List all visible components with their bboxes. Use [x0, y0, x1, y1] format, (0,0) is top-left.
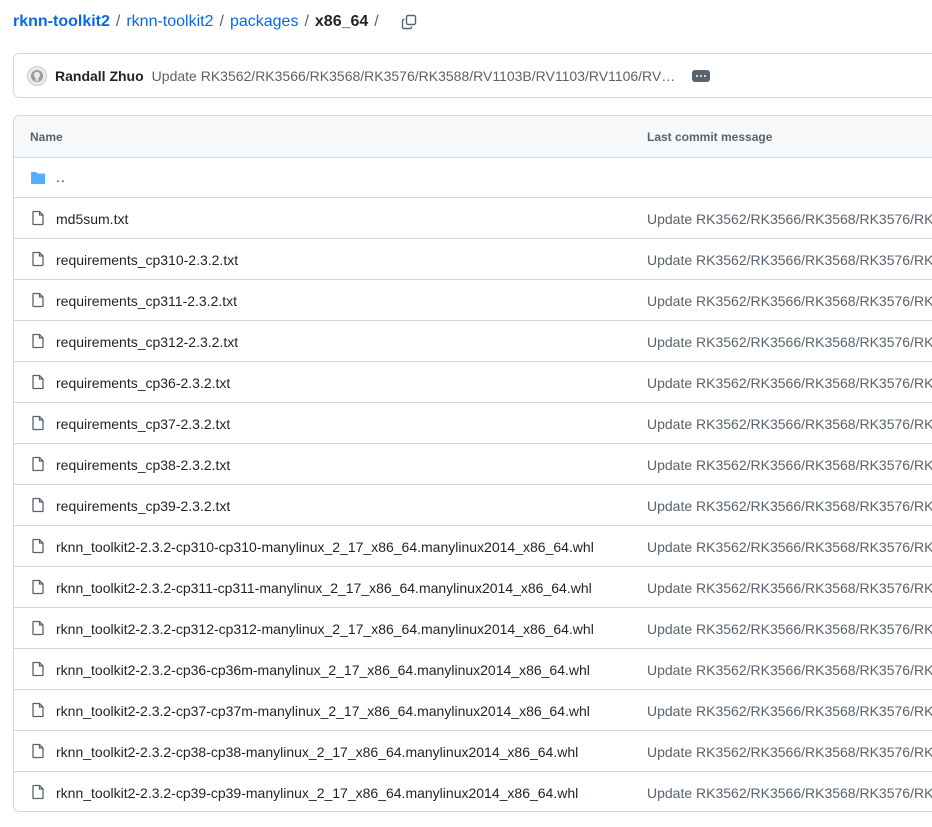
parent-directory-row[interactable]: .. — [14, 158, 932, 198]
breadcrumb-separator: / — [219, 13, 224, 30]
folder-icon — [31, 172, 45, 184]
file-row[interactable]: rknn_toolkit2-2.3.2-cp38-cp38-manylinux_… — [14, 731, 932, 772]
latest-commit-bar: Randall Zhuo Update RK3562/RK3566/RK3568… — [13, 53, 932, 98]
file-row[interactable]: requirements_cp38-2.3.2.txt Update RK3562… — [14, 444, 932, 485]
file-name-link[interactable]: requirements_cp36-2.3.2.txt — [56, 375, 230, 391]
file-row[interactable]: requirements_cp312-2.3.2.txt Update RK356… — [14, 321, 932, 362]
file-name-link[interactable]: requirements_cp312-2.3.2.txt — [56, 334, 238, 350]
file-commit-message-link[interactable]: Update RK3562/RK3566/RK3568/RK3576/RK35 — [647, 457, 932, 473]
file-commit-message-link[interactable]: Update RK3562/RK3566/RK3568/RK3576/RK35 — [647, 621, 932, 637]
author-avatar[interactable] — [27, 65, 47, 86]
file-name-link[interactable]: requirements_cp37-2.3.2.txt — [56, 416, 230, 432]
copy-icon — [401, 14, 416, 30]
file-name-link[interactable]: rknn_toolkit2-2.3.2-cp311-cp311-manylinu… — [56, 580, 592, 596]
expand-commit-button[interactable] — [691, 69, 710, 82]
file-commit-message-link[interactable]: Update RK3562/RK3566/RK3568/RK3576/RK35 — [647, 293, 932, 309]
breadcrumb: rknn-toolkit2 / rknn-toolkit2 / packages… — [13, 10, 421, 34]
file-icon — [32, 784, 44, 800]
file-commit-message-link[interactable]: Update RK3562/RK3566/RK3568/RK3576/RK35 — [647, 498, 932, 514]
github-avatar-icon — [27, 65, 47, 86]
breadcrumb-current: x86_64 — [314, 13, 369, 30]
file-icon — [32, 743, 44, 759]
file-name-link[interactable]: rknn_toolkit2-2.3.2-cp38-cp38-manylinux_… — [56, 744, 578, 760]
file-commit-message-link[interactable]: Update RK3562/RK3566/RK3568/RK3576/RK35 — [647, 580, 932, 596]
file-row[interactable]: requirements_cp36-2.3.2.txt Update RK3562… — [14, 362, 932, 403]
file-name-link[interactable]: rknn_toolkit2-2.3.2-cp36-cp36m-manylinux… — [56, 662, 590, 678]
file-icon — [32, 702, 44, 718]
file-icon — [32, 579, 44, 595]
file-commit-message-link[interactable]: Update RK3562/RK3566/RK3568/RK3576/RK35 — [647, 334, 932, 350]
file-row[interactable]: requirements_cp310-2.3.2.txt Update RK356… — [14, 239, 932, 280]
commit-author-link[interactable]: Randall Zhuo — [55, 68, 144, 84]
file-icon — [32, 374, 44, 390]
file-row[interactable]: requirements_cp39-2.3.2.txt Update RK3562… — [14, 485, 932, 526]
file-table: Name Last commit message .. md5sum.txt Up… — [13, 115, 932, 812]
file-row[interactable]: rknn_toolkit2-2.3.2-cp312-cp312-manylinu… — [14, 608, 932, 649]
file-commit-message-link[interactable]: Update RK3562/RK3566/RK3568/RK3576/RK35 — [647, 416, 932, 432]
file-icon — [32, 210, 44, 226]
file-row[interactable]: rknn_toolkit2-2.3.2-cp39-cp39-manylinux_… — [14, 772, 932, 811]
file-icon — [32, 661, 44, 677]
parent-directory-link[interactable]: .. — [56, 169, 66, 185]
copy-path-button[interactable] — [397, 10, 421, 34]
file-name-link[interactable]: requirements_cp39-2.3.2.txt — [56, 498, 230, 514]
file-commit-message-link[interactable]: Update RK3562/RK3566/RK3568/RK3576/RK35 — [647, 744, 932, 760]
file-name-link[interactable]: requirements_cp311-2.3.2.txt — [56, 293, 237, 309]
file-name-link[interactable]: requirements_cp310-2.3.2.txt — [56, 252, 238, 268]
file-row[interactable]: requirements_cp311-2.3.2.txt Update RK356… — [14, 280, 932, 321]
file-commit-message-link[interactable]: Update RK3562/RK3566/RK3568/RK3576/RK35 — [647, 662, 932, 678]
file-name-link[interactable]: rknn_toolkit2-2.3.2-cp312-cp312-manylinu… — [56, 621, 594, 637]
file-icon — [32, 620, 44, 636]
breadcrumb-separator: / — [115, 13, 121, 30]
file-icon — [32, 538, 44, 554]
file-icon — [32, 415, 44, 431]
file-commit-message-link[interactable]: Update RK3562/RK3566/RK3568/RK3576/RK35 — [647, 539, 932, 555]
breadcrumb-separator: / — [304, 13, 309, 30]
file-rows: md5sum.txt Update RK3562/RK3566/RK3568/RK… — [14, 198, 932, 811]
file-name-link[interactable]: rknn_toolkit2-2.3.2-cp37-cp37m-manylinux… — [56, 703, 590, 719]
file-icon — [32, 333, 44, 349]
file-commit-message-link[interactable]: Update RK3562/RK3566/RK3568/RK3576/RK35 — [647, 703, 932, 719]
table-header: Name Last commit message — [14, 116, 932, 158]
page: rknn-toolkit2 / rknn-toolkit2 / packages… — [0, 0, 932, 827]
breadcrumb-folder-link[interactable]: rknn-toolkit2 — [126, 13, 213, 31]
file-name-link[interactable]: requirements_cp38-2.3.2.txt — [56, 457, 230, 473]
file-name-link[interactable]: rknn_toolkit2-2.3.2-cp310-cp310-manylinu… — [56, 539, 594, 555]
file-row[interactable]: rknn_toolkit2-2.3.2-cp311-cp311-manylinu… — [14, 567, 932, 608]
column-header-last-commit-message: Last commit message — [647, 130, 773, 144]
ellipsis-icon — [695, 74, 698, 77]
file-commit-message-link[interactable]: Update RK3562/RK3566/RK3568/RK3576/RK35 — [647, 375, 932, 391]
file-icon — [32, 292, 44, 308]
file-row[interactable]: rknn_toolkit2-2.3.2-cp36-cp36m-manylinux… — [14, 649, 932, 690]
breadcrumb-repo-link[interactable]: rknn-toolkit2 — [13, 13, 110, 31]
file-row[interactable]: rknn_toolkit2-2.3.2-cp37-cp37m-manylinux… — [14, 690, 932, 731]
file-row[interactable]: rknn_toolkit2-2.3.2-cp310-cp310-manylinu… — [14, 526, 932, 567]
file-commit-message-link[interactable]: Update RK3562/RK3566/RK3568/RK3576/RK35 — [647, 252, 932, 268]
file-icon — [32, 456, 44, 472]
breadcrumb-packages-link[interactable]: packages — [230, 13, 299, 31]
ellipsis-icon — [699, 74, 702, 77]
file-commit-message-link[interactable]: Update RK3562/RK3566/RK3568/RK3576/RK35 — [647, 211, 932, 227]
column-header-name: Name — [30, 130, 63, 144]
file-row[interactable]: requirements_cp37-2.3.2.txt Update RK3562… — [14, 403, 932, 444]
file-icon — [32, 497, 44, 513]
file-name-link[interactable]: rknn_toolkit2-2.3.2-cp39-cp39-manylinux_… — [56, 785, 578, 801]
file-name-link[interactable]: md5sum.txt — [56, 211, 128, 227]
commit-message-link[interactable]: Update RK3562/RK3566/RK3568/RK3576/RK358… — [152, 68, 680, 84]
file-icon — [32, 251, 44, 267]
file-commit-message-link[interactable]: Update RK3562/RK3566/RK3568/RK3576/RK35 — [647, 785, 932, 801]
breadcrumb-separator: / — [374, 13, 379, 30]
ellipsis-icon — [703, 74, 706, 77]
file-row[interactable]: md5sum.txt Update RK3562/RK3566/RK3568/RK… — [14, 198, 932, 239]
